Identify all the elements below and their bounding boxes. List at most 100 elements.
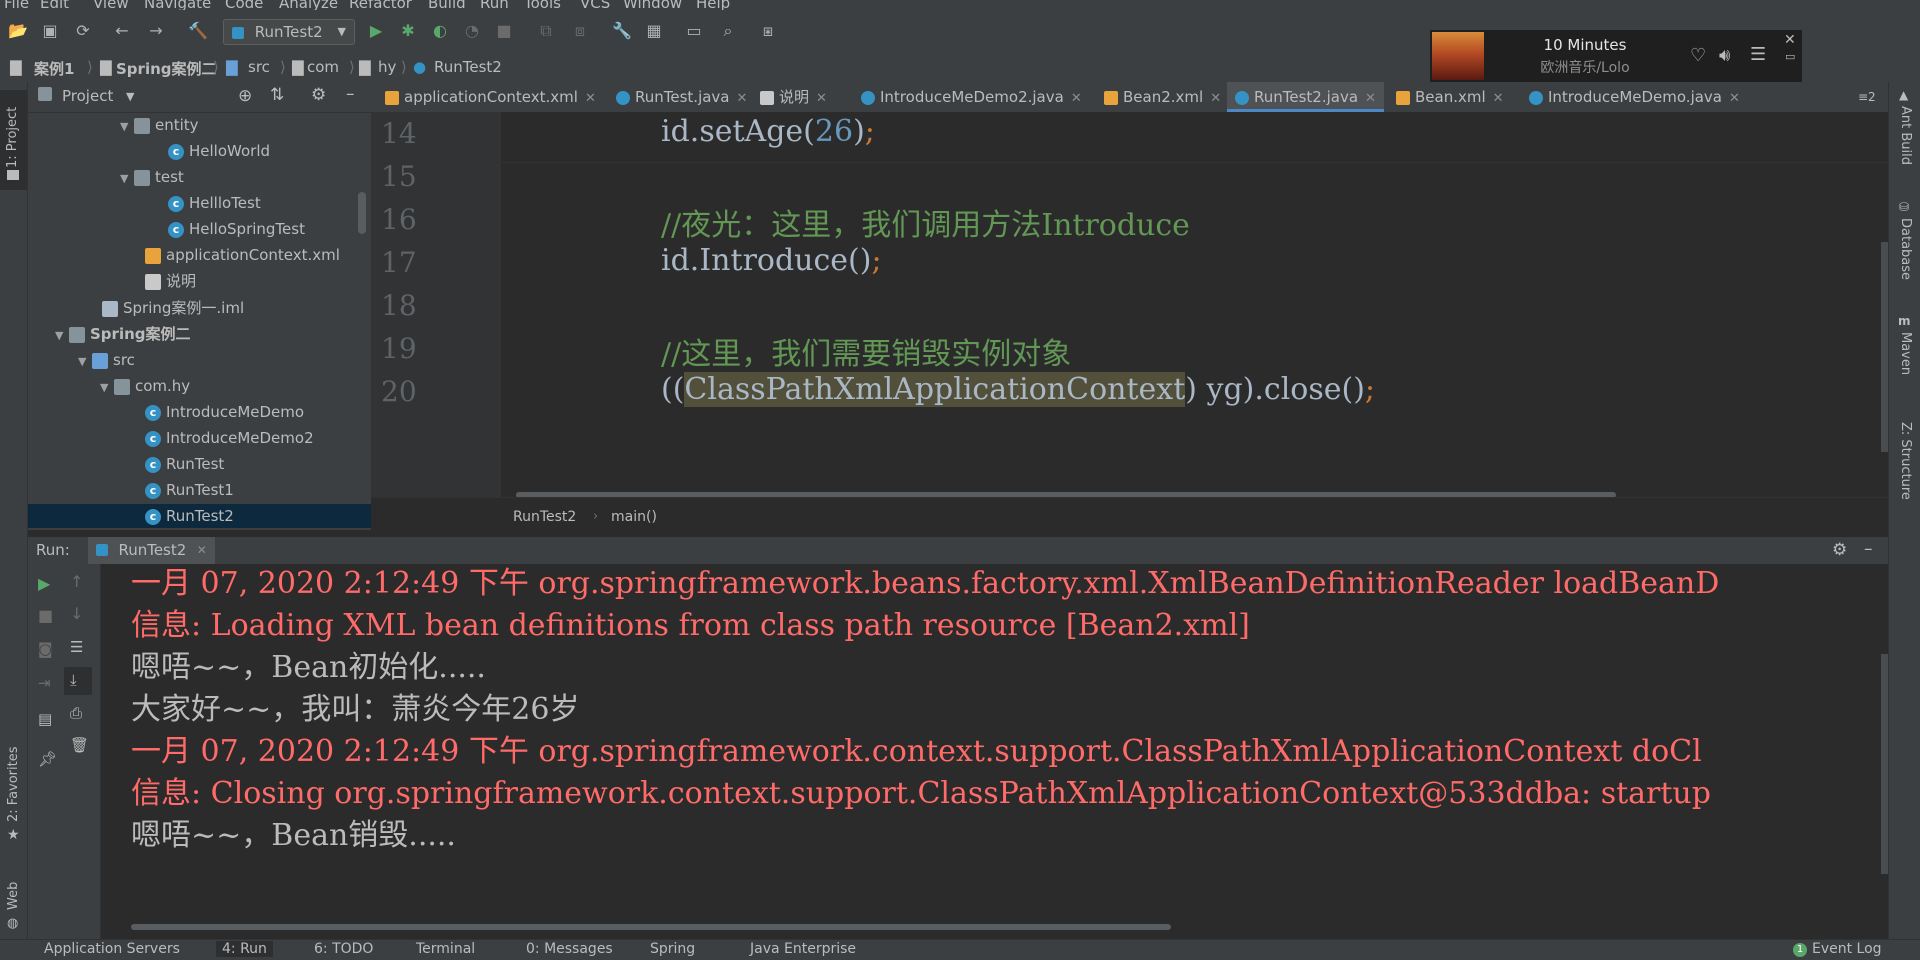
tree-item-entity[interactable]: ▼ entity xyxy=(120,113,199,137)
menu-refactor[interactable]: Refactor xyxy=(349,0,412,10)
structure-label[interactable]: Z: Structure xyxy=(1898,422,1913,500)
translate-icon[interactable]: ⧆ xyxy=(758,21,778,41)
web-tool-label[interactable]: Web xyxy=(6,882,21,910)
soft-wrap-icon[interactable]: ☰ xyxy=(70,638,83,656)
menu-help[interactable]: Help xyxy=(696,0,730,10)
tree-item-runtest1[interactable]: c RunTest1 xyxy=(145,478,234,502)
tree-item-runtest2[interactable]: c RunTest2 xyxy=(28,504,371,528)
tool-terminal[interactable]: Terminal xyxy=(416,941,475,957)
tree-item-hellotest[interactable]: c HellloTest xyxy=(168,191,261,215)
tree-item-iml[interactable]: Spring案例一.iml xyxy=(102,296,244,320)
run-icon[interactable]: ▶ xyxy=(366,21,386,41)
up-arrow-icon[interactable]: ↑ xyxy=(70,572,83,591)
menu-tools[interactable]: Tools xyxy=(524,0,561,10)
menu-code[interactable]: Code xyxy=(225,0,263,10)
heart-icon[interactable]: ♡ xyxy=(1690,45,1706,66)
tree-item-introducemedemo2[interactable]: c IntroduceMeDemo2 xyxy=(145,426,314,450)
settings-wrench-icon[interactable]: 🔧 xyxy=(612,21,632,41)
search-icon[interactable]: ⌕ xyxy=(718,21,738,41)
run-config-select[interactable]: RunTest2 ▼ xyxy=(223,19,355,45)
print-icon[interactable]: ⎙ xyxy=(70,704,82,722)
tab-introducemedemo[interactable]: IntroduceMeDemo.java ✕ xyxy=(1529,82,1740,112)
close-icon[interactable]: ✕ xyxy=(1493,91,1504,106)
sync-icon[interactable]: ⟳ xyxy=(73,21,93,41)
tree-item-src[interactable]: ▼ src xyxy=(78,348,135,372)
menu-run[interactable]: Run xyxy=(480,0,509,10)
breadcrumb-method[interactable]: main() xyxy=(611,509,657,525)
down-arrow-icon[interactable]: ↓ xyxy=(70,604,83,623)
menu-file[interactable]: File xyxy=(4,0,29,10)
project-tool-button[interactable]: 1: Project xyxy=(0,90,27,190)
tool-spring[interactable]: Spring xyxy=(650,941,695,957)
back-icon[interactable]: ← xyxy=(112,21,132,41)
tree-item-introducemedemo[interactable]: c IntroduceMeDemo xyxy=(145,400,304,424)
terminal-icon[interactable]: ▭ xyxy=(684,21,704,41)
close-icon[interactable]: ✕ xyxy=(737,91,748,106)
breadcrumb-class[interactable]: RunTest2 xyxy=(434,58,502,76)
tool-run[interactable]: 4: Run xyxy=(216,941,273,957)
close-icon[interactable]: ✕ xyxy=(197,543,207,557)
tab-bean-xml[interactable]: Bean.xml ✕ xyxy=(1396,82,1504,112)
tree-item-runtest[interactable]: c RunTest xyxy=(145,452,224,476)
debug-icon[interactable]: ✱ xyxy=(398,21,418,41)
volume-icon[interactable]: 🔊︎ xyxy=(1719,45,1730,66)
pin-icon[interactable]: 📌︎ xyxy=(38,750,57,768)
tree-item-applicationcontext[interactable]: applicationContext.xml xyxy=(145,243,340,267)
tree-item-module[interactable]: ▼ Spring案例二 xyxy=(55,322,191,346)
gear-icon[interactable]: ⚙ xyxy=(1832,540,1847,560)
console-horizontal-scrollbar[interactable] xyxy=(131,924,1171,930)
project-structure-icon[interactable]: ▦ xyxy=(644,21,664,41)
database-label[interactable]: Database xyxy=(1898,218,1913,280)
build-hammer-icon[interactable]: 🔨 xyxy=(188,21,208,41)
menu-analyze[interactable]: Analyze xyxy=(279,0,338,10)
trash-icon[interactable]: 🗑︎ xyxy=(70,736,89,754)
tree-item-package[interactable]: ▼ com.hy xyxy=(100,374,190,398)
scroll-to-end-button[interactable]: ⤓ xyxy=(64,667,92,695)
breadcrumb-com[interactable]: com xyxy=(307,58,339,76)
stop-icon[interactable]: ■ xyxy=(38,606,53,625)
close-icon[interactable]: ✕ xyxy=(1210,91,1221,106)
playlist-icon[interactable]: ☰ xyxy=(1750,44,1766,65)
tab-introducemedemo2[interactable]: IntroduceMeDemo2.java ✕ xyxy=(861,82,1082,112)
tree-item-shuoming[interactable]: 说明 xyxy=(145,269,196,293)
profile-icon[interactable]: ◔ xyxy=(462,21,482,41)
tabs-overflow-button[interactable]: ≡2 xyxy=(1858,82,1876,112)
open-folder-icon[interactable]: 📂 xyxy=(8,21,28,41)
close-icon[interactable]: ✕ xyxy=(1784,32,1796,48)
layout-icon[interactable]: ▤ xyxy=(38,710,52,728)
close-icon[interactable]: ✕ xyxy=(816,91,827,106)
breadcrumb-class[interactable]: RunTest2 xyxy=(513,509,576,525)
coverage-icon[interactable]: ◐ xyxy=(430,21,450,41)
camera-icon[interactable]: ◙ xyxy=(38,640,53,658)
editor-vertical-scrollbar[interactable] xyxy=(1881,242,1888,452)
hide-icon[interactable]: – xyxy=(346,84,355,104)
tab-runtest[interactable]: RunTest.java ✕ xyxy=(616,82,747,112)
close-icon[interactable]: ✕ xyxy=(1071,91,1082,106)
vcs-icon[interactable]: ⧈ xyxy=(570,21,590,41)
locate-icon[interactable]: ⊕ xyxy=(238,86,252,106)
breadcrumb-project[interactable]: 案例1 xyxy=(34,58,74,79)
project-view-selector[interactable]: Project xyxy=(62,87,113,105)
rerun-icon[interactable]: ▶ xyxy=(38,574,50,593)
tool-java-enterprise[interactable]: Java Enterprise xyxy=(750,941,856,957)
project-scrollbar[interactable] xyxy=(358,192,366,234)
gear-icon[interactable]: ⚙ xyxy=(311,85,326,105)
breadcrumb-hy[interactable]: hy xyxy=(378,58,396,76)
menu-vcs[interactable]: VCS xyxy=(580,0,610,10)
run-tab[interactable]: RunTest2 ✕ xyxy=(88,537,215,564)
tool-event-log[interactable]: Event Log xyxy=(1812,941,1882,957)
code-editor[interactable]: 14 15 16 17 18 19 20 id.setAge(26); //夜光… xyxy=(371,112,1888,497)
ant-build-label[interactable]: Ant Build xyxy=(1898,106,1913,165)
stop-icon[interactable]: ■ xyxy=(494,21,514,41)
minimize-icon[interactable]: ▭ xyxy=(1785,50,1795,63)
menu-window[interactable]: Window xyxy=(623,0,682,10)
close-icon[interactable]: ✕ xyxy=(1729,91,1740,106)
exit-icon[interactable]: ⇥ xyxy=(38,674,51,692)
tab-bean2-xml[interactable]: Bean2.xml ✕ xyxy=(1104,82,1221,112)
tab-shuoming[interactable]: 说明 ✕ xyxy=(760,82,827,112)
collapse-icon[interactable]: ⇅ xyxy=(270,85,284,105)
breadcrumb-src[interactable]: src xyxy=(248,58,270,76)
chevron-down-icon[interactable]: ▼ xyxy=(126,90,134,103)
console-output[interactable]: 一月 07, 2020 2:12:49 下午 org.springframewo… xyxy=(101,564,1888,939)
tool-todo[interactable]: 6: TODO xyxy=(314,941,373,957)
